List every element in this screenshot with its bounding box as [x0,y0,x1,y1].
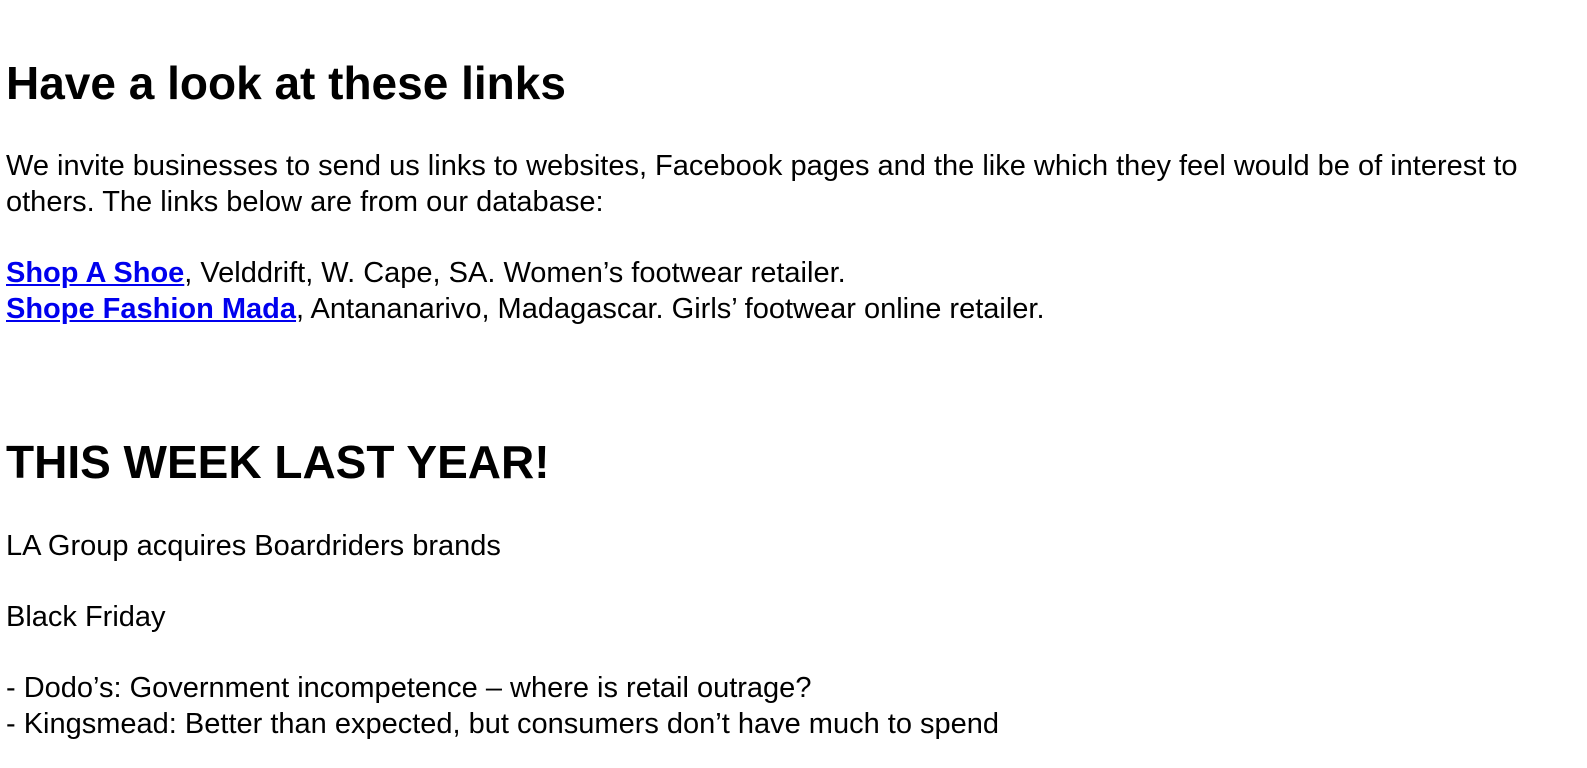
news-sub-item: - Dodo’s: Government incompetence – wher… [6,672,812,704]
link-description: , Velddrift, W. Cape, SA. Women’s footwe… [184,257,846,289]
link-item: Shop A Shoe, Velddrift, W. Cape, SA. Wom… [6,255,846,291]
link-item: Shope Fashion Mada, Antananarivo, Madaga… [6,291,1045,327]
page: Have a look at these links We invite bus… [0,0,1587,768]
link-shop-a-shoe[interactable]: Shop A Shoe [6,257,184,289]
links-heading: Have a look at these links [6,57,566,109]
links-intro: We invite businesses to send us links to… [6,150,1518,218]
link-description: , Antananarivo, Madagascar. Girls’ footw… [296,293,1045,325]
news-item: Black Friday [6,601,166,633]
link-shope-fashion-mada[interactable]: Shope Fashion Mada [6,293,296,325]
news-item: LA Group acquires Boardriders brands [6,530,501,562]
news-sub-item: - Kingsmead: Better than expected, but c… [6,708,1000,740]
last-year-heading: THIS WEEK LAST YEAR! [6,436,550,488]
